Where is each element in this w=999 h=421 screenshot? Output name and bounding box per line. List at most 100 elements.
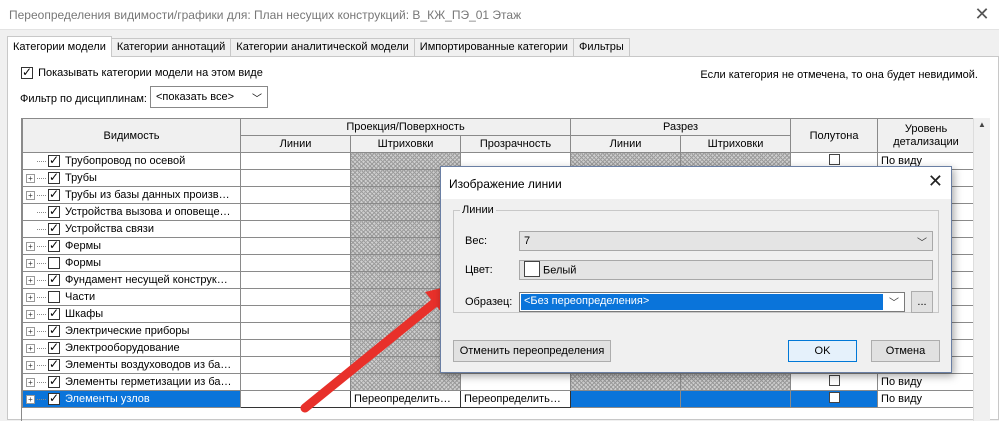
category-cell[interactable]: Устройства связи xyxy=(22,220,241,238)
reset-overrides-button[interactable]: Отменить переопределения xyxy=(453,340,611,362)
halftone-checkbox[interactable] xyxy=(828,375,840,386)
category-cell[interactable]: + Электрические приборы xyxy=(22,322,241,340)
lines-cell[interactable] xyxy=(240,169,351,187)
ok-button[interactable]: OK xyxy=(788,340,857,362)
halftone-checkbox[interactable] xyxy=(828,154,840,165)
category-cell[interactable]: + Шкафы xyxy=(22,305,241,323)
tab-3[interactable]: Импортированные категории xyxy=(413,38,574,57)
lines-cell[interactable] xyxy=(240,271,351,289)
visibility-checkbox[interactable] xyxy=(48,171,60,185)
scroll-up-icon[interactable]: ▲ xyxy=(978,120,986,129)
lines-cell[interactable] xyxy=(240,305,351,323)
section-patterns-cell[interactable] xyxy=(680,390,792,408)
detail-level-cell[interactable]: По виду xyxy=(877,373,973,391)
category-cell[interactable]: + Элементы узлов xyxy=(22,390,241,408)
patterns-cell[interactable]: Переопределить… xyxy=(350,390,461,408)
cancel-button[interactable]: Отмена xyxy=(871,340,940,362)
patterns-cell[interactable] xyxy=(350,373,461,391)
category-name: Формы xyxy=(65,256,102,269)
lines-cell[interactable] xyxy=(240,203,351,221)
header-visibility[interactable]: Видимость xyxy=(22,118,241,153)
expand-icon[interactable]: + xyxy=(26,275,35,285)
color-button[interactable]: Белый xyxy=(519,260,933,280)
dialog-title: Изображение линии xyxy=(449,177,562,191)
section-lines-cell[interactable] xyxy=(570,390,682,408)
visibility-checkbox[interactable] xyxy=(48,222,60,236)
tab-4[interactable]: Фильтры xyxy=(572,38,630,57)
table-row[interactable]: + Элементы узлов Переопределить… Переопреде… xyxy=(22,390,973,408)
visibility-checkbox[interactable] xyxy=(48,324,60,338)
category-cell[interactable]: + Трубы xyxy=(22,169,241,187)
visibility-checkbox[interactable] xyxy=(48,239,60,253)
transparency-override-button[interactable]: Переопределить… xyxy=(464,393,561,405)
expand-icon[interactable]: + xyxy=(26,326,35,336)
tab-2[interactable]: Категории аналитической модели xyxy=(230,38,415,57)
visibility-checkbox[interactable] xyxy=(48,257,60,270)
transparency-cell[interactable]: Переопределить… xyxy=(459,390,572,408)
expand-icon[interactable]: + xyxy=(26,241,35,251)
lines-cell[interactable] xyxy=(240,186,351,204)
lines-cell[interactable] xyxy=(240,356,351,374)
visibility-checkbox[interactable] xyxy=(48,341,60,355)
category-cell[interactable]: + Элементы воздуховодов из ба… xyxy=(22,356,241,374)
header-section-patterns: Штриховки xyxy=(680,135,792,153)
lines-cell[interactable] xyxy=(240,373,351,391)
section-lines-cell[interactable] xyxy=(570,373,682,391)
show-categories-checkbox[interactable] xyxy=(21,65,33,80)
lines-cell[interactable] xyxy=(240,339,351,357)
visibility-checkbox[interactable] xyxy=(48,154,60,168)
dialog-close-icon[interactable]: ✕ xyxy=(928,171,943,192)
expand-icon[interactable]: + xyxy=(26,360,35,370)
category-cell[interactable]: + Фермы xyxy=(22,237,241,255)
lines-cell[interactable] xyxy=(240,152,351,170)
category-cell[interactable]: + Электрооборудование xyxy=(22,339,241,357)
expand-icon[interactable]: + xyxy=(26,190,35,200)
lines-cell[interactable] xyxy=(240,220,351,238)
expand-icon[interactable]: + xyxy=(26,394,35,404)
lines-cell[interactable] xyxy=(240,237,351,255)
visibility-checkbox[interactable] xyxy=(48,188,60,202)
halftone-cell[interactable] xyxy=(790,373,879,391)
halftone-checkbox[interactable] xyxy=(828,392,840,403)
patterns-override-button[interactable]: Переопределить… xyxy=(354,393,451,405)
header-patterns: Штриховки xyxy=(350,135,461,153)
visibility-checkbox[interactable] xyxy=(48,273,60,287)
category-cell[interactable]: + Фундамент несущей конструк… xyxy=(22,271,241,289)
halftone-cell[interactable] xyxy=(790,390,879,408)
visibility-checkbox[interactable] xyxy=(48,205,60,219)
weight-select[interactable]: 7 ﹀ xyxy=(519,231,933,251)
visibility-checkbox[interactable] xyxy=(48,291,60,304)
close-icon[interactable]: ✕ xyxy=(971,4,993,24)
tab-0[interactable]: Категории модели xyxy=(7,36,112,57)
show-model-categories[interactable]: Показывать категории модели на этом виде xyxy=(21,65,263,80)
transparency-cell[interactable] xyxy=(459,373,572,391)
category-cell[interactable]: + Трубы из базы данных произв… xyxy=(22,186,241,204)
category-cell[interactable]: + Элементы герметизации из ба… xyxy=(22,373,241,391)
visibility-checkbox[interactable] xyxy=(48,392,60,406)
detail-level-cell[interactable]: По виду xyxy=(877,390,973,408)
category-cell[interactable]: Устройства вызова и оповеще… xyxy=(22,203,241,221)
category-cell[interactable]: Трубопровод по осевой xyxy=(22,152,241,170)
expand-icon[interactable]: + xyxy=(26,309,35,319)
tab-1[interactable]: Категории аннотаций xyxy=(110,38,232,57)
visibility-checkbox[interactable] xyxy=(48,358,60,372)
expand-icon[interactable]: + xyxy=(26,292,35,302)
lines-cell[interactable] xyxy=(240,390,351,408)
visibility-checkbox[interactable] xyxy=(48,375,60,389)
browse-button[interactable]: ... xyxy=(911,291,933,313)
lines-cell[interactable] xyxy=(240,288,351,306)
table-row[interactable]: + Элементы герметизации из ба… По виду xyxy=(22,373,973,391)
visibility-checkbox[interactable] xyxy=(48,307,60,321)
pattern-select[interactable]: <Без переопределения> ﹀ xyxy=(519,292,905,312)
category-cell[interactable]: + Формы xyxy=(22,254,241,272)
discipline-filter-select[interactable]: <показать все> ﹀ xyxy=(150,86,268,108)
expand-icon[interactable]: + xyxy=(26,173,35,183)
expand-icon[interactable]: + xyxy=(26,258,35,268)
section-patterns-cell[interactable] xyxy=(680,373,792,391)
lines-cell[interactable] xyxy=(240,254,351,272)
category-cell[interactable]: + Части xyxy=(22,288,241,306)
lines-cell[interactable] xyxy=(240,322,351,340)
vertical-scrollbar[interactable]: ▲ xyxy=(973,118,990,421)
expand-icon[interactable]: + xyxy=(26,377,35,387)
expand-icon[interactable]: + xyxy=(26,343,35,353)
